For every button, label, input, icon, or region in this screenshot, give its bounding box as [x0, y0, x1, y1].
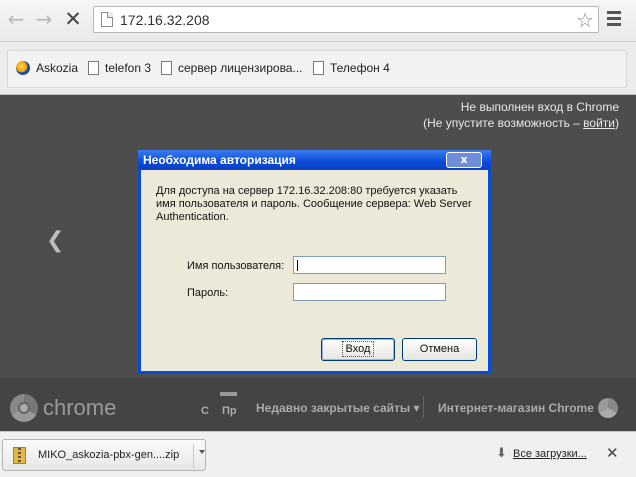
download-item[interactable]: MIKO_askozia-pbx-gen....zip — [2, 439, 206, 471]
username-field[interactable] — [293, 256, 446, 274]
all-downloads-link[interactable]: Все загрузки... — [513, 448, 587, 460]
hamburger-menu-icon[interactable] — [607, 11, 621, 27]
star-icon[interactable]: ☆ — [576, 8, 594, 32]
signin-prefix: (Не упустите возможность – — [423, 116, 584, 130]
dialog-title: Необходима авторизация — [143, 153, 296, 167]
chrome-wordmark: chrome — [43, 395, 117, 420]
dialog-message: Для доступа на сервер 172.16.32.208:80 т… — [156, 185, 472, 223]
web-store-link[interactable]: Интернет-магазин Chrome — [438, 401, 594, 415]
recently-closed-menu[interactable]: Недавно закрытые сайты ▾ — [256, 401, 419, 415]
password-field[interactable] — [293, 283, 446, 301]
bookmark-label: Телефон 4 — [330, 61, 390, 75]
forward-arrow-icon[interactable]: → — [33, 8, 55, 30]
back-arrow-icon[interactable]: ← — [5, 8, 27, 30]
page-icon — [313, 61, 324, 75]
bookmark-label: Askozia — [36, 61, 79, 75]
auth-dialog: Необходима авторизация x Для доступа на … — [138, 150, 491, 374]
new-tab-footer: chrome С Пр Недавно закрытые сайты ▾ Инт… — [0, 378, 636, 431]
stop-icon[interactable]: ✕ — [62, 8, 84, 30]
bookmarks-bar: Askozia telefon 3 сервер лицензирова... … — [0, 42, 636, 95]
address-bar[interactable]: 172.16.32.208 ☆ — [93, 6, 599, 33]
download-file-name[interactable]: MIKO_askozia-pbx-gen....zip — [38, 449, 179, 461]
chrome-logo-icon — [10, 394, 38, 422]
pager-indicator[interactable] — [220, 392, 237, 396]
password-label: Пароль: — [187, 287, 229, 299]
chevron-left-icon[interactable]: ❮ — [46, 228, 64, 253]
dialog-title-bar[interactable]: Необходима авторизация x — [138, 150, 491, 170]
download-arrow-icon: ⬇ — [496, 446, 507, 461]
bookmark-telefon-3[interactable]: telefon 3 — [88, 61, 151, 77]
chevron-down-icon[interactable] — [199, 450, 205, 454]
close-icon[interactable]: x — [446, 152, 482, 168]
signin-link[interactable]: войти — [583, 116, 615, 130]
cancel-button[interactable]: Отмена — [402, 338, 477, 361]
web-store-icon[interactable] — [598, 398, 618, 418]
login-button[interactable]: Вход — [321, 338, 395, 361]
footer-divider — [423, 396, 424, 418]
browser-toolbar: ← → ✕ 172.16.32.208 ☆ — [0, 0, 636, 42]
download-item-divider — [193, 444, 194, 468]
page-icon — [161, 61, 172, 75]
bookmark-license-server[interactable]: сервер лицензирова... — [161, 61, 302, 77]
bookmark-askozia[interactable]: Askozia — [16, 61, 78, 77]
bookmark-label: сервер лицензирова... — [178, 61, 303, 75]
page-icon — [88, 61, 99, 75]
page-icon — [101, 12, 113, 27]
signin-suffix: ) — [615, 116, 619, 130]
pager-label-1[interactable]: С — [201, 405, 209, 417]
username-label: Имя пользователя: — [187, 260, 285, 272]
url-text[interactable]: 172.16.32.208 — [120, 12, 210, 28]
signin-notice: Не выполнен вход в Chrome (Не упустите в… — [423, 99, 619, 131]
bookmarks-bar-inner: Askozia telefon 3 сервер лицензирова... … — [7, 50, 627, 88]
pager-label-2[interactable]: Пр — [222, 405, 237, 417]
signin-line-1: Не выполнен вход в Chrome — [460, 100, 619, 114]
signin-line-2: (Не упустите возможность – войти) — [423, 115, 619, 131]
text-caret — [297, 260, 298, 271]
askozia-logo-icon — [16, 61, 30, 75]
bookmark-telefon-4[interactable]: Телефон 4 — [313, 61, 390, 77]
download-shelf: MIKO_askozia-pbx-gen....zip ⬇ Все загруз… — [0, 431, 636, 477]
zip-file-icon — [13, 447, 26, 464]
close-icon[interactable]: ✕ — [606, 444, 619, 462]
login-button-label: Вход — [341, 341, 375, 357]
bookmark-label: telefon 3 — [105, 61, 152, 75]
